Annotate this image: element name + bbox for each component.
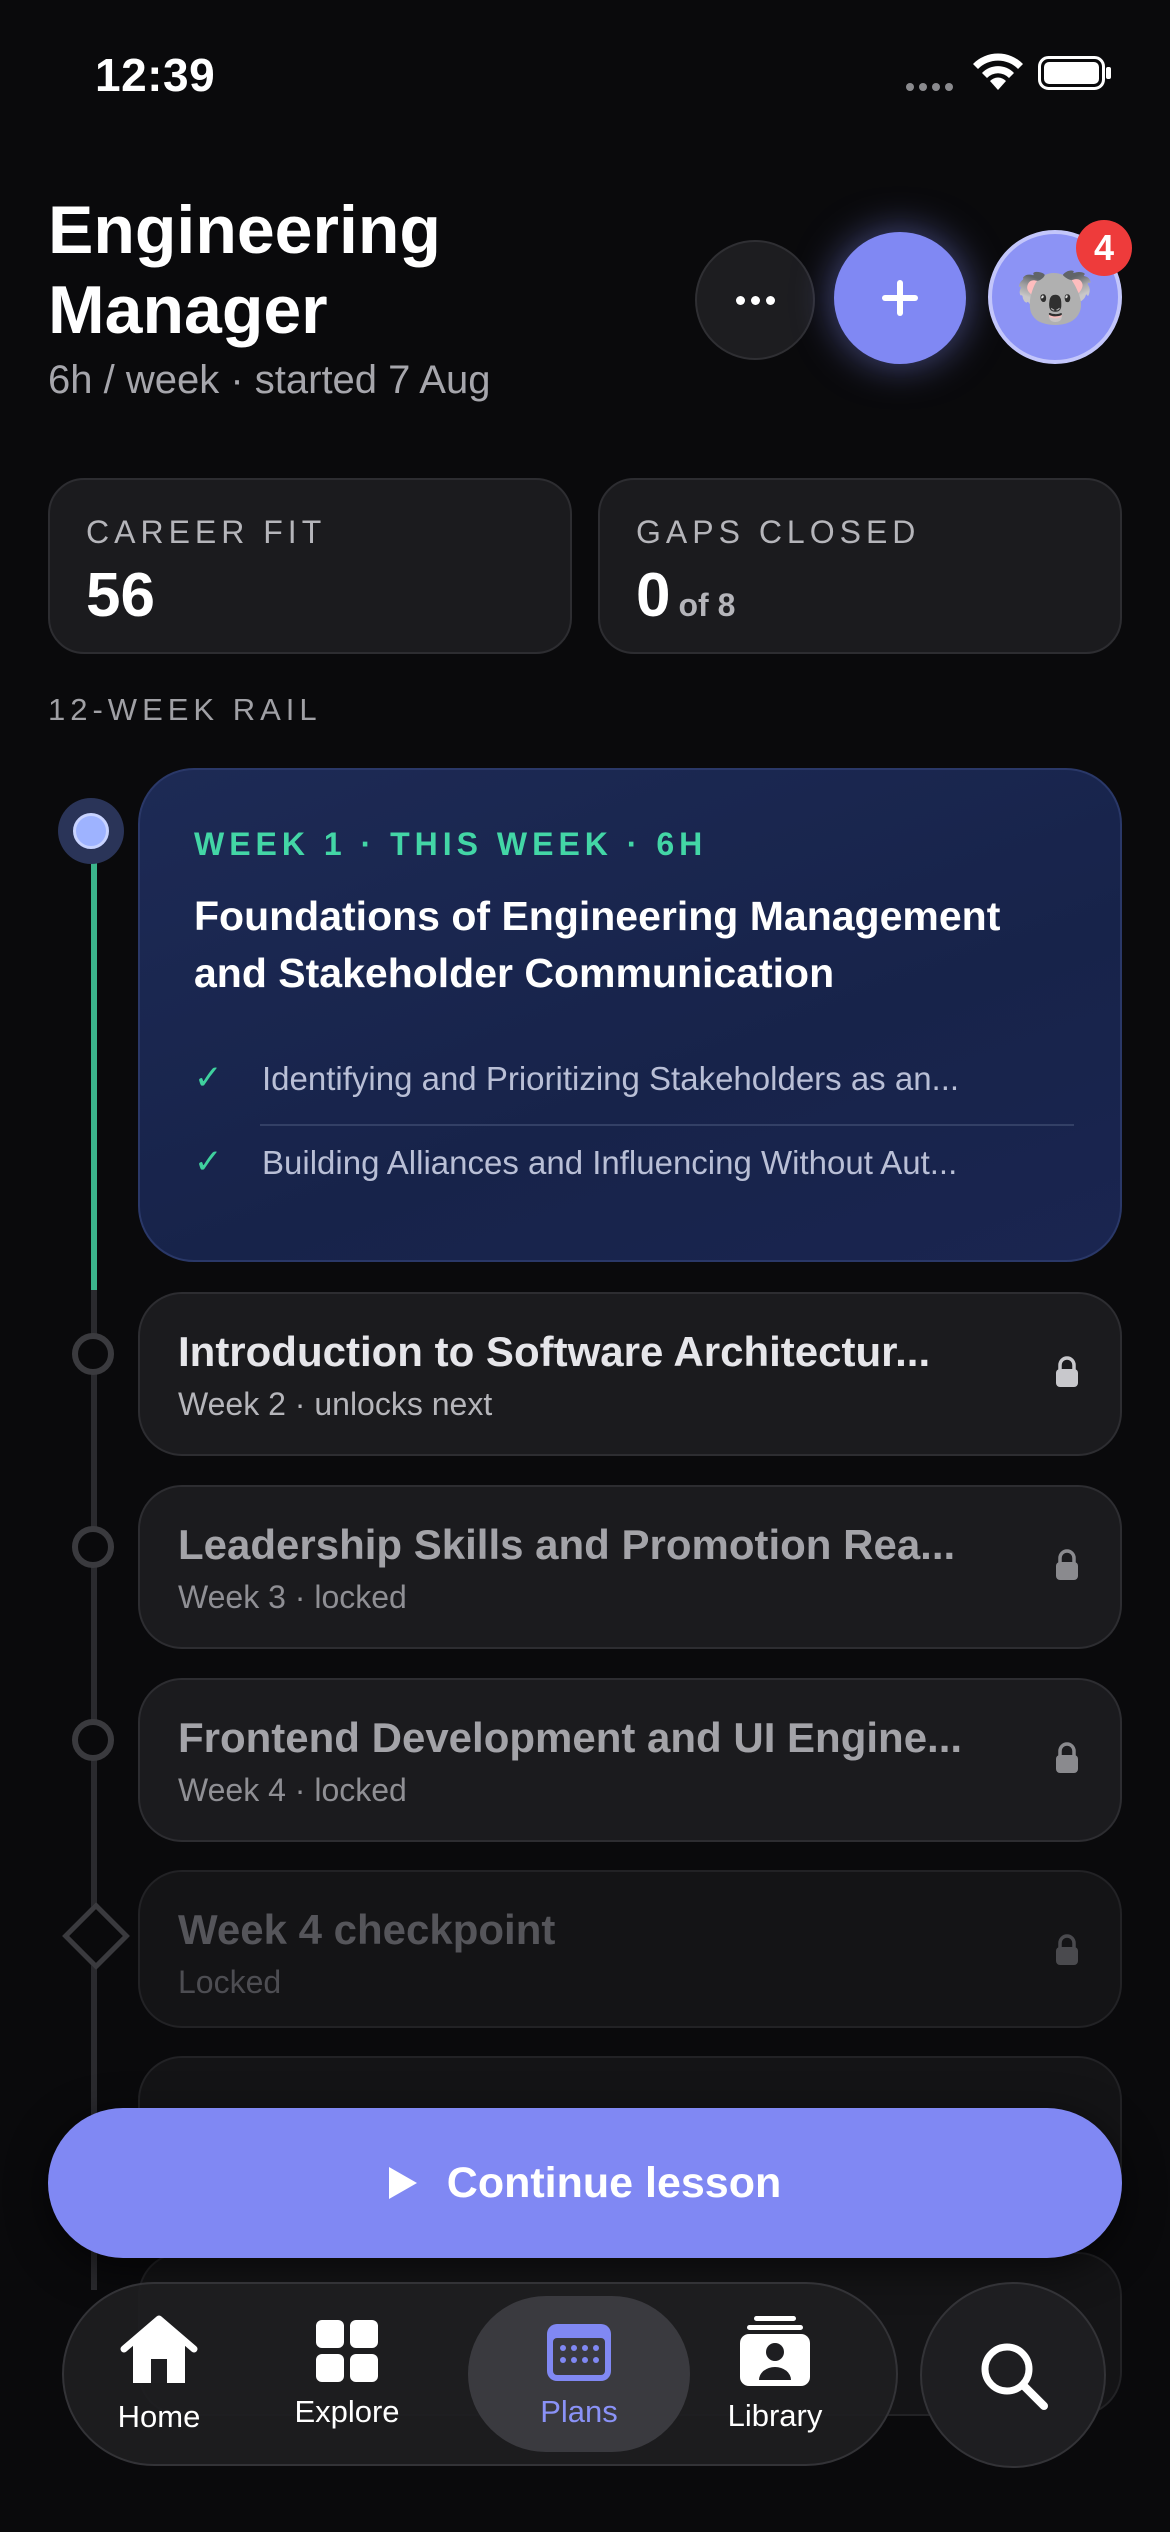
tab-label: Library <box>727 2398 823 2433</box>
tab-label: Home <box>117 2399 201 2434</box>
tab-label: Explore <box>294 2394 400 2429</box>
add-button[interactable] <box>834 232 966 364</box>
page-title: Engineering Manager <box>48 192 441 348</box>
checkpoint-card[interactable]: Week 4 checkpoint Locked <box>138 1870 1122 2028</box>
divider <box>260 1124 1074 1126</box>
week-card[interactable]: Leadership Skills and Promotion Rea... W… <box>138 1485 1122 1649</box>
rail-node <box>72 1526 114 1568</box>
career-fit-label: CAREER FIT <box>86 514 327 550</box>
tab-explore[interactable]: Explore <box>252 2284 442 2464</box>
rail-node <box>72 1333 114 1375</box>
rail-progress <box>91 830 97 1290</box>
lesson-item[interactable]: ✓ Identifying and Prioritizing Stakehold… <box>194 1052 1074 1112</box>
lesson-title: Building Alliances and Influencing Witho… <box>262 1144 958 1181</box>
rail-section-label: 12-WEEK RAIL <box>48 692 322 727</box>
play-icon <box>388 2167 417 2199</box>
week-card-title: Frontend Development and UI Engine... <box>178 1714 963 1761</box>
rail-node <box>72 1719 114 1761</box>
gaps-closed-value: 0 <box>636 561 671 630</box>
lock-icon <box>1054 1934 1080 1971</box>
week-card[interactable]: Introduction to Software Architectur... … <box>138 1292 1122 1456</box>
tab-library[interactable]: Library <box>680 2284 870 2464</box>
lock-icon <box>1054 1549 1080 1586</box>
plan-subtitle: 6h / week · started 7 Aug <box>48 358 491 402</box>
checkmark-icon: ✓ <box>194 1059 223 1097</box>
gaps-closed-total: of 8 <box>678 587 736 623</box>
notification-badge: 4 <box>1076 220 1132 276</box>
week-card-subtitle: Week 3 · locked <box>178 1579 407 1615</box>
career-fit-card: CAREER FIT 56 <box>48 478 572 654</box>
more-options-button[interactable] <box>695 240 815 360</box>
wifi-icon <box>970 50 1026 97</box>
library-icon <box>740 2316 810 2386</box>
koala-avatar: 🐨 <box>1015 260 1095 333</box>
tab-plans[interactable]: Plans <box>484 2284 674 2464</box>
week-kicker: WEEK 1 · THIS WEEK · 6H <box>194 826 708 862</box>
tab-home[interactable]: Home <box>64 2284 254 2464</box>
plus-icon <box>882 280 918 316</box>
gaps-closed-label: GAPS CLOSED <box>636 514 921 550</box>
checkpoint-title: Week 4 checkpoint <box>178 1906 556 1953</box>
rail-node-current <box>58 798 124 864</box>
gaps-closed-card: GAPS CLOSED 0 of 8 <box>598 478 1122 654</box>
week-card[interactable]: Frontend Development and UI Engine... We… <box>138 1678 1122 1842</box>
search-icon <box>981 2343 1048 2410</box>
checkmark-icon: ✓ <box>194 1143 223 1181</box>
current-week-card[interactable]: WEEK 1 · THIS WEEK · 6H Foundations of E… <box>138 768 1122 1262</box>
tab-label: Plans <box>540 2394 618 2429</box>
career-fit-value: 56 <box>86 561 155 630</box>
calendar-icon <box>547 2324 611 2381</box>
signal-icon <box>906 78 960 91</box>
rail-checkpoint-node <box>62 1902 130 1970</box>
continue-lesson-button[interactable]: Continue lesson <box>48 2108 1122 2258</box>
checkpoint-subtitle: Locked <box>178 1964 282 2000</box>
status-time: 12:39 <box>95 49 216 101</box>
week-card-title: Leadership Skills and Promotion Rea... <box>178 1521 956 1568</box>
week-card-subtitle: Week 4 · locked <box>178 1772 407 1808</box>
tab-bar: Home Explore Plans Library <box>62 2282 898 2466</box>
lesson-title: Identifying and Prioritizing Stakeholder… <box>262 1060 960 1097</box>
lock-icon <box>1054 1356 1080 1393</box>
week-title: Foundations of Engineering Management an… <box>194 893 1001 996</box>
week-card-title: Introduction to Software Architectur... <box>178 1328 931 1375</box>
week-card-subtitle: Week 2 · unlocks next <box>178 1386 493 1422</box>
continue-lesson-label: Continue lesson <box>446 2158 782 2207</box>
battery-icon <box>1038 56 1111 90</box>
lock-icon <box>1054 1742 1080 1779</box>
grid-icon <box>316 2320 378 2382</box>
home-icon <box>120 2315 198 2383</box>
lesson-item[interactable]: ✓ Building Alliances and Influencing Wit… <box>194 1136 1074 1196</box>
search-button[interactable] <box>920 2282 1106 2468</box>
